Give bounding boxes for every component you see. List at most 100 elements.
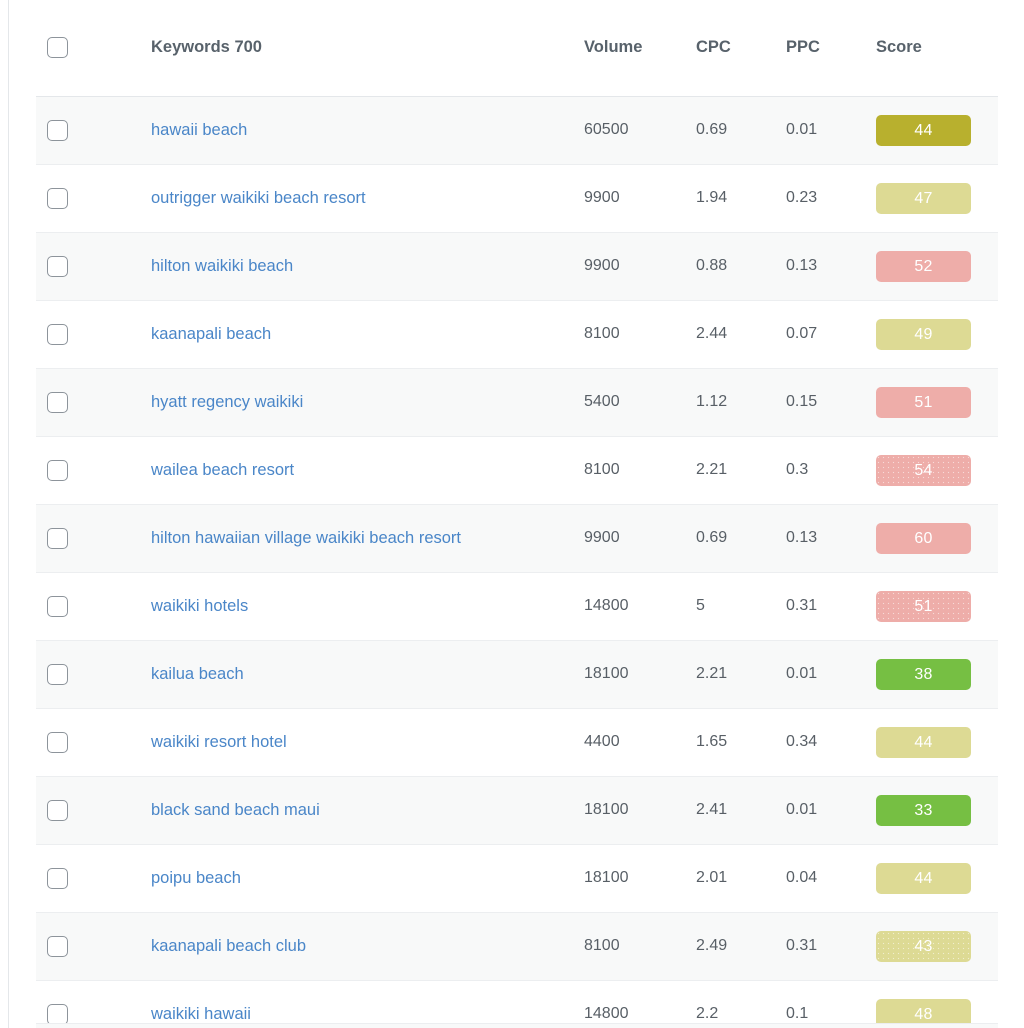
table-row[interactable]: hilton hawaiian village waikiki beach re… — [36, 504, 998, 573]
next-row-partial — [36, 1023, 998, 1028]
table-row[interactable]: waikiki hawaii 14800 2.2 0.1 48 — [36, 980, 998, 1028]
column-header-score[interactable]: Score — [876, 0, 998, 97]
cpc-cell: 2.44 — [696, 300, 786, 369]
score-cell: 44 — [876, 96, 998, 165]
row-checkbox[interactable] — [47, 935, 68, 957]
keyword-link[interactable]: poipu beach — [151, 869, 241, 887]
ppc-cell: 0.01 — [786, 640, 876, 709]
keyword-link[interactable]: waikiki resort hotel — [151, 733, 287, 751]
keyword-cell: waikiki resort hotel — [150, 708, 584, 777]
score-badge: 54 — [876, 454, 971, 486]
keyword-link[interactable]: hawaii beach — [151, 121, 247, 139]
row-checkbox[interactable] — [47, 187, 68, 209]
row-select-cell — [36, 980, 150, 1028]
table-row[interactable]: black sand beach maui 18100 2.41 0.01 33 — [36, 776, 998, 845]
row-checkbox[interactable] — [47, 731, 68, 753]
row-select-cell — [36, 912, 150, 981]
row-checkbox[interactable] — [47, 595, 68, 617]
score-badge: 52 — [876, 250, 971, 282]
keyword-link[interactable]: kaanapali beach club — [151, 937, 306, 955]
keyword-cell: wailea beach resort — [150, 436, 584, 505]
table-row[interactable]: kaanapali beach 8100 2.44 0.07 49 — [36, 300, 998, 369]
volume-cell: 8100 — [584, 436, 696, 505]
keyword-cell: waikiki hotels — [150, 572, 584, 641]
cpc-cell: 0.69 — [696, 96, 786, 165]
row-select-cell — [36, 572, 150, 641]
keyword-cell: hilton waikiki beach — [150, 232, 584, 301]
volume-cell: 18100 — [584, 844, 696, 913]
score-cell: 44 — [876, 708, 998, 777]
row-checkbox[interactable] — [47, 255, 68, 277]
keyword-link[interactable]: kailua beach — [151, 665, 244, 683]
table-row[interactable]: wailea beach resort 8100 2.21 0.3 54 — [36, 436, 998, 505]
row-checkbox[interactable] — [47, 323, 68, 345]
keywords-table: Keywords 700 Volume CPC PPC Score hawaii… — [36, 0, 998, 1028]
keyword-link[interactable]: outrigger waikiki beach resort — [151, 189, 366, 207]
keyword-link[interactable]: hilton hawaiian village waikiki beach re… — [151, 529, 461, 547]
volume-cell: 8100 — [584, 912, 696, 981]
table-header-row: Keywords 700 Volume CPC PPC Score — [36, 0, 998, 97]
keyword-cell: hilton hawaiian village waikiki beach re… — [150, 504, 584, 573]
row-checkbox[interactable] — [47, 391, 68, 413]
row-select-cell — [36, 232, 150, 301]
select-all-header — [36, 0, 150, 97]
score-cell: 54 — [876, 436, 998, 505]
ppc-cell: 0.1 — [786, 980, 876, 1028]
table-row[interactable]: outrigger waikiki beach resort 9900 1.94 0.… — [36, 164, 998, 233]
score-cell: 60 — [876, 504, 998, 573]
keyword-link[interactable]: wailea beach resort — [151, 461, 294, 479]
row-select-cell — [36, 844, 150, 913]
select-all-checkbox[interactable] — [47, 37, 68, 59]
row-checkbox[interactable] — [47, 1003, 68, 1025]
table-header: Keywords 700 Volume CPC PPC Score — [36, 0, 998, 97]
keyword-cell: poipu beach — [150, 844, 584, 913]
column-header-ppc[interactable]: PPC — [786, 0, 876, 97]
score-badge: 44 — [876, 114, 971, 146]
ppc-cell: 0.01 — [786, 776, 876, 845]
volume-cell: 8100 — [584, 300, 696, 369]
table-row[interactable]: poipu beach 18100 2.01 0.04 44 — [36, 844, 998, 913]
keyword-cell: kaanapali beach — [150, 300, 584, 369]
keyword-link[interactable]: hilton waikiki beach — [151, 257, 293, 275]
volume-cell: 14800 — [584, 572, 696, 641]
row-checkbox[interactable] — [47, 867, 68, 889]
row-checkbox[interactable] — [47, 459, 68, 481]
score-badge: 43 — [876, 930, 971, 962]
score-cell: 33 — [876, 776, 998, 845]
table-row[interactable]: kailua beach 18100 2.21 0.01 38 — [36, 640, 998, 709]
ppc-cell: 0.07 — [786, 300, 876, 369]
row-checkbox[interactable] — [47, 663, 68, 685]
cpc-cell: 1.65 — [696, 708, 786, 777]
keyword-link[interactable]: waikiki hawaii — [151, 1005, 251, 1023]
score-badge: 51 — [876, 590, 971, 622]
ppc-cell: 0.15 — [786, 368, 876, 437]
score-cell: 48 — [876, 980, 998, 1028]
ppc-cell: 0.31 — [786, 572, 876, 641]
column-header-keyword[interactable]: Keywords 700 — [150, 0, 584, 97]
keyword-link[interactable]: black sand beach maui — [151, 801, 320, 819]
keyword-link[interactable]: hyatt regency waikiki — [151, 393, 303, 411]
column-header-volume[interactable]: Volume — [584, 0, 696, 97]
row-checkbox[interactable] — [47, 799, 68, 821]
cpc-cell: 0.88 — [696, 232, 786, 301]
keyword-link[interactable]: kaanapali beach — [151, 325, 271, 343]
volume-cell: 9900 — [584, 164, 696, 233]
keyword-link[interactable]: waikiki hotels — [151, 597, 248, 615]
volume-cell: 9900 — [584, 232, 696, 301]
row-checkbox[interactable] — [47, 527, 68, 549]
table-row[interactable]: hawaii beach 60500 0.69 0.01 44 — [36, 96, 998, 165]
score-badge: 33 — [876, 794, 971, 826]
keywords-table-page: Keywords 700 Volume CPC PPC Score hawaii… — [0, 0, 1024, 1028]
table-row[interactable]: hilton waikiki beach 9900 0.88 0.13 52 — [36, 232, 998, 301]
table-row[interactable]: waikiki hotels 14800 5 0.31 51 — [36, 572, 998, 641]
table-row[interactable]: waikiki resort hotel 4400 1.65 0.34 44 — [36, 708, 998, 777]
cpc-cell: 2.21 — [696, 436, 786, 505]
row-select-cell — [36, 504, 150, 573]
cpc-cell: 2.49 — [696, 912, 786, 981]
table-row[interactable]: kaanapali beach club 8100 2.49 0.31 43 — [36, 912, 998, 981]
table-row[interactable]: hyatt regency waikiki 5400 1.12 0.15 51 — [36, 368, 998, 437]
row-select-cell — [36, 96, 150, 165]
column-header-cpc[interactable]: CPC — [696, 0, 786, 97]
score-badge: 47 — [876, 182, 971, 214]
row-checkbox[interactable] — [47, 119, 68, 141]
